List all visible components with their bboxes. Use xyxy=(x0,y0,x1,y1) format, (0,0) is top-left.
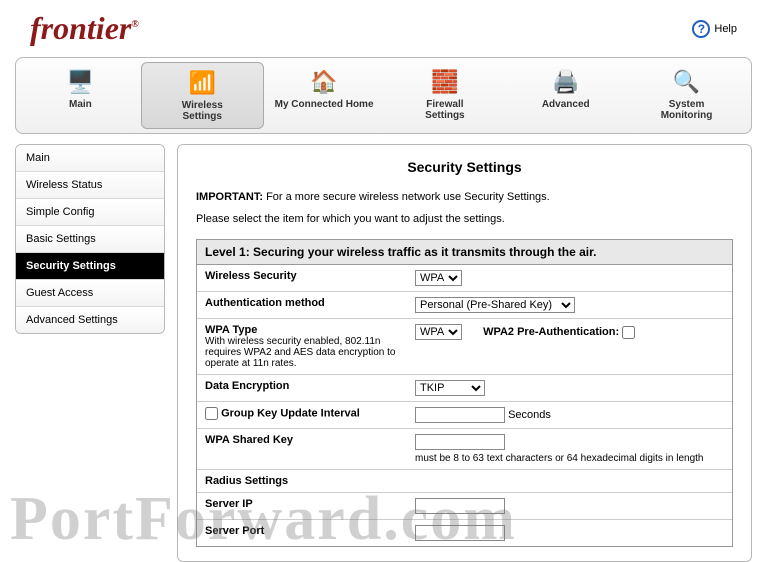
data-encryption-label: Data Encryption xyxy=(205,380,405,392)
group-key-label: Group Key Update Interval xyxy=(205,407,405,420)
group-key-unit: Seconds xyxy=(508,409,551,421)
sidebar-item-basic-settings[interactable]: Basic Settings xyxy=(16,226,164,253)
advanced-icon: 🖨️ xyxy=(550,68,582,96)
wireless-icon: 📶 xyxy=(186,69,218,97)
help-link[interactable]: ? Help xyxy=(692,20,737,38)
help-label: Help xyxy=(714,23,737,35)
shared-key-hint: must be 8 to 63 text characters or 64 he… xyxy=(415,453,724,464)
data-encryption-select[interactable]: TKIP xyxy=(415,380,485,396)
instruction-text: Please select the item for which you wan… xyxy=(196,213,733,225)
help-icon: ? xyxy=(692,20,710,38)
settings-panel: Level 1: Securing your wireless traffic … xyxy=(196,239,733,547)
nav-firewall[interactable]: 🧱 Firewall Settings xyxy=(384,62,505,129)
auth-method-select[interactable]: Personal (Pre-Shared Key) xyxy=(415,297,575,313)
preauth-label: WPA2 Pre-Authentication: xyxy=(483,326,619,338)
sidebar-item-advanced-settings[interactable]: Advanced Settings xyxy=(16,307,164,333)
group-key-input[interactable] xyxy=(415,407,505,423)
server-port-label: Server Port xyxy=(205,525,405,537)
important-note: IMPORTANT: For a more secure wireless ne… xyxy=(196,191,733,203)
wireless-security-select[interactable]: WPA xyxy=(415,270,462,286)
sidebar-item-guest-access[interactable]: Guest Access xyxy=(16,280,164,307)
monitor-icon: 🔍 xyxy=(671,68,703,96)
brand-logo: frontier xyxy=(30,10,139,47)
main-panel: Security Settings IMPORTANT: For a more … xyxy=(177,144,752,562)
server-ip-input[interactable] xyxy=(415,498,505,514)
home-icon: 🏠 xyxy=(308,68,340,96)
auth-method-label: Authentication method xyxy=(205,297,405,309)
firewall-icon: 🧱 xyxy=(429,68,461,96)
page-title: Security Settings xyxy=(196,159,733,175)
wireless-security-label: Wireless Security xyxy=(205,270,405,282)
main-icon: 🖥️ xyxy=(64,68,96,96)
server-ip-label: Server IP xyxy=(205,498,405,510)
preauth-checkbox[interactable] xyxy=(622,326,635,339)
sidebar-item-wireless-status[interactable]: Wireless Status xyxy=(16,172,164,199)
wpa-type-select[interactable]: WPA xyxy=(415,324,462,340)
nav-system-monitoring[interactable]: 🔍 System Monitoring xyxy=(626,62,747,129)
server-port-input[interactable] xyxy=(415,525,505,541)
radius-title: Radius Settings xyxy=(197,470,732,493)
wpa-type-label: WPA Type With wireless security enabled,… xyxy=(205,324,405,369)
nav-advanced[interactable]: 🖨️ Advanced xyxy=(505,62,626,129)
nav-wireless-settings[interactable]: 📶 Wireless Settings xyxy=(141,62,264,129)
nav-connected-home[interactable]: 🏠 My Connected Home xyxy=(264,62,385,129)
nav-main[interactable]: 🖥️ Main xyxy=(20,62,141,129)
top-nav: 🖥️ Main 📶 Wireless Settings 🏠 My Connect… xyxy=(15,57,752,134)
group-key-checkbox[interactable] xyxy=(205,407,218,420)
sidebar-item-security-settings[interactable]: Security Settings xyxy=(16,253,164,280)
shared-key-label: WPA Shared Key xyxy=(205,434,405,446)
sidebar-item-simple-config[interactable]: Simple Config xyxy=(16,199,164,226)
shared-key-input[interactable] xyxy=(415,434,505,450)
panel-header: Level 1: Securing your wireless traffic … xyxy=(197,240,732,265)
wpa-type-hint: With wireless security enabled, 802.11n … xyxy=(205,336,405,369)
sidebar: Main Wireless Status Simple Config Basic… xyxy=(15,144,165,334)
sidebar-item-main[interactable]: Main xyxy=(16,145,164,172)
